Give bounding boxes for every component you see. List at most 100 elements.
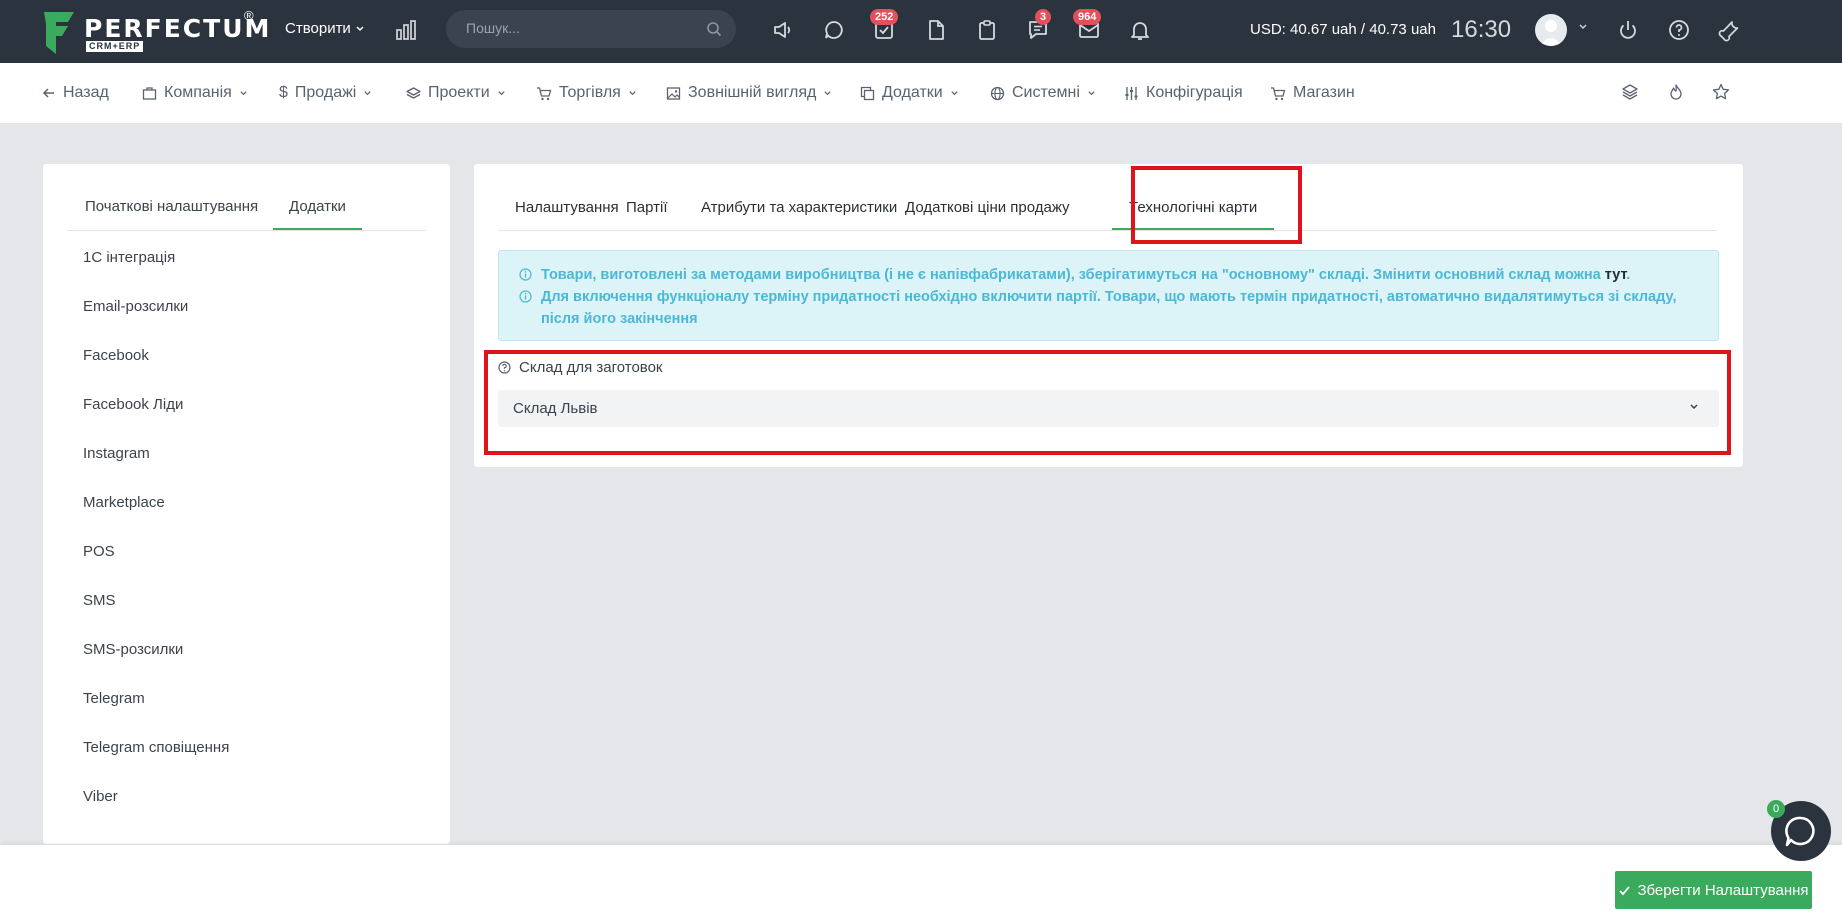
- power-icon[interactable]: [1616, 18, 1640, 42]
- chevron-down-icon: [1088, 90, 1095, 95]
- alert-text-1: Товари, виготовлені за методами виробниц…: [541, 267, 1605, 283]
- chat-widget-button[interactable]: 0: [1767, 800, 1831, 861]
- nav-company-label: Компанія: [164, 84, 232, 101]
- tab-addons[interactable]: Додатки: [273, 198, 362, 230]
- nav-store-label: Магазин: [1293, 84, 1355, 101]
- globe-icon: [990, 86, 1005, 100]
- nav-projects[interactable]: Проекти: [406, 84, 506, 102]
- nav-projects-label: Проекти: [428, 84, 490, 101]
- info-icon: [519, 290, 532, 303]
- chat-bubble-icon[interactable]: [822, 18, 846, 42]
- settings-sidebar: Початкові налаштування Додатки 1C інтегр…: [43, 164, 450, 844]
- list-item[interactable]: Email-розсилки: [83, 298, 188, 315]
- bar-chart-icon[interactable]: [395, 19, 417, 41]
- chevron-down-icon: [629, 90, 636, 95]
- briefcase-icon: [142, 86, 157, 100]
- messages-badge: 3: [1035, 9, 1052, 25]
- tab-settings[interactable]: Налаштування: [515, 199, 619, 216]
- list-item[interactable]: 1C інтеграція: [83, 249, 175, 266]
- nav-trade[interactable]: Торгівля: [536, 84, 637, 102]
- main-tabs: Налаштування Партії Атрибути та характер…: [498, 164, 1717, 231]
- main-warehouse-link[interactable]: тут: [1605, 267, 1627, 283]
- sliders-icon: [1125, 86, 1138, 100]
- tab-batches[interactable]: Партії: [626, 199, 668, 216]
- nav-appearance-label: Зовнішній вигляд: [688, 84, 817, 101]
- save-settings-button[interactable]: Зберегти Налаштування: [1615, 871, 1812, 909]
- nav-configuration-label: Конфігурація: [1146, 84, 1243, 101]
- file-icon[interactable]: [924, 18, 948, 42]
- tab-extra-prices[interactable]: Додаткові ціни продажу: [905, 199, 1070, 216]
- nav-company[interactable]: Компанія: [142, 84, 248, 102]
- nav-appearance[interactable]: Зовнішній вигляд: [666, 84, 832, 102]
- list-item[interactable]: Telegram: [83, 690, 145, 707]
- megaphone-icon[interactable]: [771, 18, 795, 42]
- arrow-left-icon: [42, 88, 54, 98]
- chevron-down-icon: [497, 90, 505, 95]
- alert-line-2: Для включення функціоналу терміну придат…: [519, 286, 1698, 330]
- alert-line-1: Товари, виготовлені за методами виробниц…: [519, 264, 1698, 286]
- list-item[interactable]: POS: [83, 543, 115, 560]
- nav-system-label: Системні: [1012, 84, 1080, 101]
- nav-store[interactable]: Магазин: [1270, 84, 1355, 102]
- list-item[interactable]: Facebook Ліди: [83, 396, 183, 413]
- logo[interactable]: PERFECTUM ® CRM+ERP: [42, 8, 269, 56]
- list-item[interactable]: Marketplace: [83, 494, 165, 511]
- tasks-button[interactable]: 252: [870, 9, 899, 42]
- layers-icon: [406, 86, 421, 99]
- highlight-box-field: [484, 350, 1731, 455]
- search-icon[interactable]: [706, 21, 722, 37]
- mail-button[interactable]: 964: [1073, 9, 1102, 42]
- cart-icon: [1271, 86, 1286, 100]
- mail-badge: 964: [1073, 9, 1102, 25]
- list-item[interactable]: Instagram: [83, 445, 150, 462]
- user-silhouette-icon: [1540, 20, 1562, 46]
- info-icon: [519, 268, 532, 281]
- list-item[interactable]: SMS-розсилки: [83, 641, 183, 658]
- chevron-down-icon[interactable]: [1578, 22, 1588, 32]
- chevron-down-icon: [951, 90, 958, 95]
- list-item[interactable]: Telegram сповіщення: [83, 739, 229, 756]
- list-item[interactable]: Viber: [83, 788, 118, 805]
- avatar[interactable]: [1535, 14, 1567, 46]
- nav-sales[interactable]: $ Продажі: [279, 84, 372, 102]
- search-box: [446, 10, 736, 48]
- top-bar: PERFECTUM ® CRM+ERP Створити 252 3 964 U…: [0, 0, 1842, 63]
- messages-button[interactable]: 3: [1026, 9, 1052, 42]
- nav-addons-label: Додатки: [882, 84, 943, 101]
- save-settings-label: Зберегти Налаштування: [1637, 881, 1809, 899]
- bell-icon[interactable]: [1128, 18, 1152, 42]
- nav-configuration[interactable]: Конфігурація: [1124, 84, 1243, 102]
- layers-icon[interactable]: [1621, 83, 1639, 101]
- nav-addons[interactable]: Додатки: [860, 84, 959, 102]
- cart-icon: [537, 86, 552, 100]
- secondary-nav: Назад Компанія $ Продажі Проекти Торгівл…: [0, 63, 1842, 124]
- settings-main-panel: Налаштування Партії Атрибути та характер…: [474, 164, 1743, 467]
- nav-system[interactable]: Системні: [990, 84, 1096, 102]
- nav-back-label: Назад: [63, 84, 109, 101]
- currency-rate: USD: 40.67 uah / 40.73 uah: [1250, 21, 1436, 38]
- search-input[interactable]: [466, 20, 696, 36]
- list-item[interactable]: Facebook: [83, 347, 149, 364]
- list-item[interactable]: SMS: [83, 592, 116, 609]
- alert-text-1-end: .: [1626, 267, 1631, 283]
- help-icon[interactable]: [1667, 18, 1691, 42]
- clipboard-icon[interactable]: [975, 18, 999, 42]
- nav-back[interactable]: Назад: [42, 84, 109, 102]
- copy-icon: [860, 86, 875, 100]
- alert-text-2: Для включення функціоналу терміну придат…: [541, 289, 1677, 327]
- tab-attributes[interactable]: Атрибути та характеристики: [701, 199, 897, 216]
- highlight-box-tab: [1131, 166, 1302, 244]
- clock: 16:30: [1451, 16, 1512, 43]
- star-icon[interactable]: [1712, 83, 1730, 101]
- logo-mark-icon: [44, 12, 74, 54]
- wrench-icon[interactable]: [1718, 18, 1742, 42]
- image-icon: [666, 86, 681, 100]
- chevron-down-icon: [240, 90, 247, 95]
- check-icon: [1619, 885, 1631, 895]
- chat-badge: 0: [1767, 800, 1785, 818]
- create-dropdown[interactable]: Створити: [285, 20, 365, 37]
- nav-trade-label: Торгівля: [559, 84, 621, 101]
- tab-initial-settings[interactable]: Початкові налаштування: [85, 198, 258, 215]
- nav-sales-label: Продажі: [294, 84, 357, 101]
- flame-icon[interactable]: [1667, 83, 1685, 101]
